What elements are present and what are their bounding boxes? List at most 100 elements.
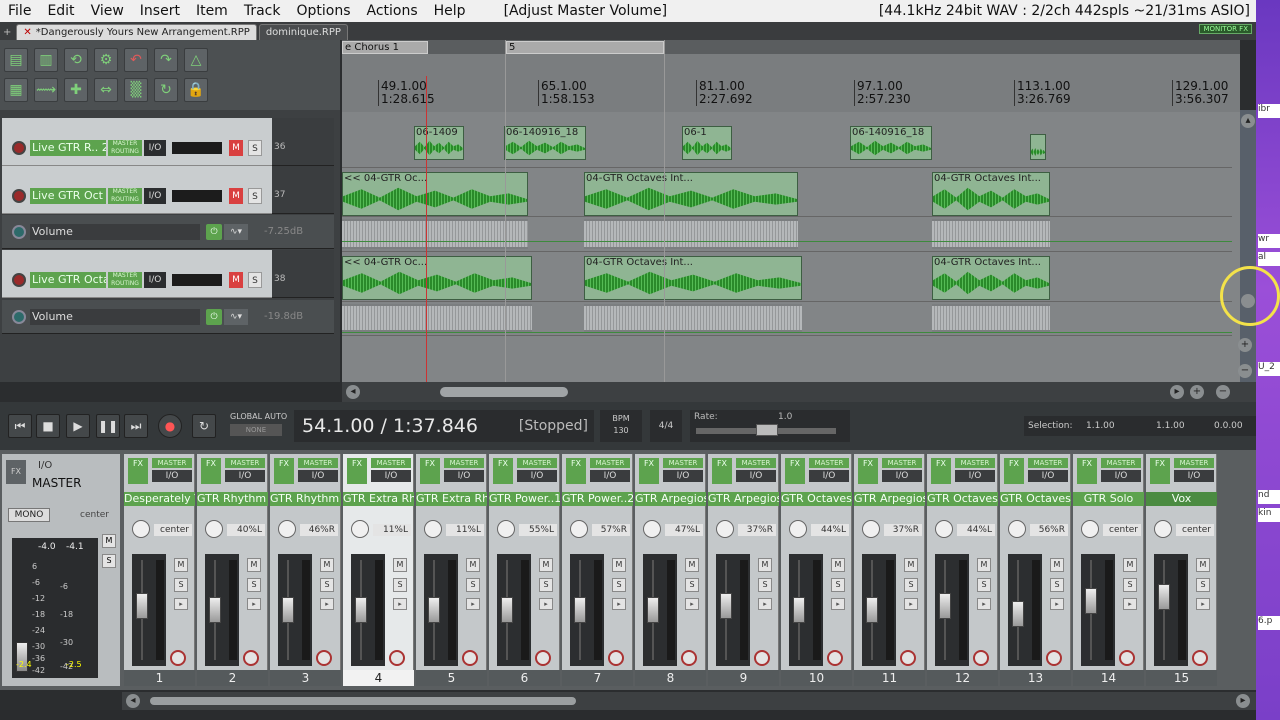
volume-fader[interactable] bbox=[570, 554, 604, 666]
pan-knob[interactable] bbox=[935, 520, 953, 538]
routing-button[interactable]: MASTER bbox=[1101, 458, 1141, 468]
envelope-arm-icon[interactable] bbox=[12, 310, 26, 324]
strip-number[interactable]: 10 bbox=[781, 670, 852, 686]
solo-button[interactable]: S bbox=[612, 578, 626, 592]
strip-name[interactable]: GTR Power..2 bbox=[562, 492, 633, 506]
envelope-lock-icon[interactable]: ⇔ bbox=[94, 78, 118, 102]
pan-value[interactable]: 11%L bbox=[373, 524, 411, 536]
selection-start[interactable]: 1.1.00 bbox=[1086, 416, 1115, 436]
zoom-out-vertical-icon[interactable]: − bbox=[1238, 364, 1252, 378]
mixer-strip[interactable]: FX MASTER I/O Desperately Y center M S ▸ 1 bbox=[124, 454, 195, 686]
menu-options[interactable]: Options bbox=[288, 0, 358, 22]
mute-button[interactable]: M bbox=[174, 558, 188, 572]
play-icon[interactable]: ▶ bbox=[66, 414, 90, 438]
zoom-in-horizontal-icon[interactable]: + bbox=[1190, 385, 1204, 399]
media-item[interactable]: 04-GTR Octaves Int... bbox=[584, 172, 798, 216]
menu-actions[interactable]: Actions bbox=[359, 0, 426, 22]
mute-button[interactable]: M bbox=[904, 558, 918, 572]
pan-knob[interactable] bbox=[789, 520, 807, 538]
pan-value[interactable]: 55%L bbox=[519, 524, 557, 536]
routing-button[interactable]: MASTER ROUTING bbox=[108, 140, 142, 156]
phase-icon[interactable]: ▸ bbox=[831, 598, 845, 610]
mute-button[interactable]: M bbox=[229, 188, 243, 204]
pan-value[interactable]: 11%L bbox=[446, 524, 484, 536]
fx-button[interactable]: FX bbox=[1150, 458, 1170, 484]
selection-length[interactable]: 0.0.00 bbox=[1214, 416, 1243, 436]
fx-button[interactable]: FX bbox=[347, 458, 367, 484]
io-button[interactable]: I/O bbox=[955, 470, 995, 482]
mixer-strip[interactable]: FX MASTER I/O GTR Extra Rh 11%L M S ▸ 5 bbox=[416, 454, 487, 686]
routing-button[interactable]: MASTER bbox=[298, 458, 338, 468]
menu-track[interactable]: Track bbox=[236, 0, 289, 22]
pan-knob[interactable] bbox=[205, 520, 223, 538]
fader-cap[interactable] bbox=[501, 597, 513, 623]
io-button[interactable]: I/O bbox=[225, 470, 265, 482]
audio-status[interactable]: [44.1kHz 24bit WAV : 2/2ch 442spls ~21/3… bbox=[879, 0, 1250, 22]
fader-cap[interactable] bbox=[1085, 588, 1097, 614]
region-5[interactable]: 5 bbox=[506, 41, 664, 54]
volume-fader[interactable] bbox=[424, 554, 458, 666]
phase-icon[interactable]: ▸ bbox=[1123, 598, 1137, 610]
solo-button[interactable]: S bbox=[1196, 578, 1210, 592]
fx-button[interactable]: FX bbox=[639, 458, 659, 484]
fader-cap[interactable] bbox=[720, 593, 732, 619]
solo-button[interactable]: S bbox=[393, 578, 407, 592]
mute-button[interactable]: M bbox=[685, 558, 699, 572]
scroll-right-icon[interactable]: ▸ bbox=[1170, 385, 1184, 399]
fx-button[interactable]: FX bbox=[493, 458, 513, 484]
mixer-strip[interactable]: FX MASTER I/O GTR Octaves 44%L M S ▸ 12 bbox=[927, 454, 998, 686]
global-auto-mode[interactable]: NONE bbox=[230, 424, 282, 436]
mute-button[interactable]: M bbox=[977, 558, 991, 572]
stop-icon[interactable]: ■ bbox=[36, 414, 60, 438]
menu-insert[interactable]: Insert bbox=[132, 0, 188, 22]
time-display[interactable]: 54.1.00 / 1:37.846 [Stopped] bbox=[294, 410, 594, 442]
media-item[interactable]: << 04-GTR Oc... bbox=[342, 256, 532, 300]
edit-cursor[interactable] bbox=[426, 76, 427, 382]
record-arm-icon[interactable] bbox=[316, 650, 332, 666]
io-button[interactable]: I/O bbox=[144, 140, 166, 156]
master-solo-button[interactable]: S bbox=[102, 554, 116, 568]
fx-button[interactable]: FX bbox=[858, 458, 878, 484]
record-arm-icon[interactable] bbox=[973, 650, 989, 666]
strip-name[interactable]: Vox bbox=[1146, 492, 1217, 506]
snap-icon[interactable]: ▒ bbox=[124, 78, 148, 102]
routing-button[interactable]: MASTER bbox=[444, 458, 484, 468]
pan-knob[interactable] bbox=[424, 520, 442, 538]
strip-number[interactable]: 5 bbox=[416, 670, 487, 686]
fx-button[interactable]: FX bbox=[1004, 458, 1024, 484]
volume-fader[interactable] bbox=[1081, 554, 1115, 666]
mute-button[interactable]: M bbox=[758, 558, 772, 572]
media-item[interactable]: 06-140916_18 bbox=[850, 126, 932, 160]
fx-button[interactable]: FX bbox=[931, 458, 951, 484]
mute-button[interactable]: M bbox=[393, 558, 407, 572]
master-io-button[interactable]: I/O bbox=[38, 460, 52, 471]
fader-cap[interactable] bbox=[355, 597, 367, 623]
pan-value[interactable]: 47%L bbox=[665, 524, 703, 536]
pan-value[interactable]: 46%R bbox=[300, 524, 338, 536]
master-mute-button[interactable]: M bbox=[102, 534, 116, 548]
menu-file[interactable]: File bbox=[0, 0, 39, 22]
zoom-out-horizontal-icon[interactable]: − bbox=[1216, 385, 1230, 399]
pan-knob[interactable] bbox=[278, 520, 296, 538]
io-button[interactable]: I/O bbox=[882, 470, 922, 482]
fader-cap[interactable] bbox=[793, 597, 805, 623]
mixer-strip[interactable]: FX MASTER I/O GTR Solo center M S ▸ 14 bbox=[1073, 454, 1144, 686]
pan-knob[interactable] bbox=[1008, 520, 1026, 538]
record-arm-icon[interactable] bbox=[243, 650, 259, 666]
mute-button[interactable]: M bbox=[466, 558, 480, 572]
go-to-end-icon[interactable]: ⏭ bbox=[124, 414, 148, 438]
lane-envelope-37[interactable] bbox=[342, 217, 1232, 252]
phase-icon[interactable]: ▸ bbox=[1050, 598, 1064, 610]
record-arm-icon[interactable] bbox=[389, 650, 405, 666]
region-chorus[interactable]: e Chorus 1 bbox=[342, 41, 428, 54]
pan-value[interactable]: 40%L bbox=[227, 524, 265, 536]
pan-value[interactable]: center bbox=[1176, 524, 1214, 536]
strip-number[interactable]: 15 bbox=[1146, 670, 1217, 686]
phase-icon[interactable]: ▸ bbox=[612, 598, 626, 610]
metronome-icon[interactable]: △ bbox=[184, 48, 208, 72]
envelope-label[interactable]: Volume bbox=[30, 309, 200, 325]
record-arm-icon[interactable] bbox=[1046, 650, 1062, 666]
strip-name[interactable]: GTR Solo bbox=[1073, 492, 1144, 506]
pan-value[interactable]: 56%R bbox=[1030, 524, 1068, 536]
fx-button[interactable]: FX bbox=[201, 458, 221, 484]
